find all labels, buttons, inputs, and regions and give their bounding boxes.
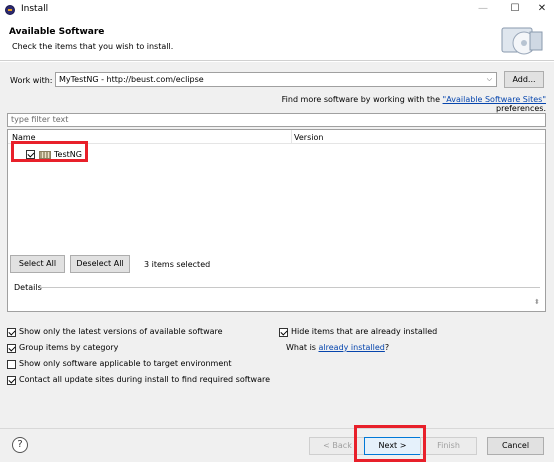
tree-header: Name Version bbox=[8, 130, 545, 144]
eclipse-icon bbox=[5, 5, 15, 15]
show-latest-checkbox[interactable] bbox=[7, 328, 16, 337]
work-with-label: Work with: bbox=[10, 76, 53, 85]
available-software-sites-link[interactable]: "Available Software Sites" bbox=[443, 95, 546, 104]
cancel-button[interactable]: Cancel bbox=[487, 437, 544, 455]
wizard-content: Work with: MyTestNG - http://beust.com/e… bbox=[0, 62, 554, 428]
help-icon[interactable]: ? bbox=[12, 437, 28, 453]
page-title: Available Software bbox=[9, 27, 105, 37]
find-more-text: Find more software by working with the "… bbox=[281, 95, 546, 113]
annotation-highlight-testng bbox=[11, 141, 88, 162]
finish-button[interactable]: Finish bbox=[420, 437, 477, 455]
details-scroll-icon[interactable]: ⬍ bbox=[534, 298, 540, 306]
deselect-all-button[interactable]: Deselect All bbox=[70, 255, 130, 273]
what-is-installed-text: What is already installed? bbox=[286, 343, 390, 352]
title-bar: Install — ☐ ✕ bbox=[0, 0, 554, 20]
maximize-button[interactable]: ☐ bbox=[500, 0, 530, 18]
contact-sites-checkbox[interactable] bbox=[7, 376, 16, 385]
work-with-value: MyTestNG - http://beust.com/eclipse bbox=[59, 75, 204, 84]
selection-status: 3 items selected bbox=[144, 260, 211, 269]
column-version[interactable]: Version bbox=[294, 133, 323, 142]
wizard-footer: ? < Back Next > Finish Cancel bbox=[0, 428, 554, 462]
window-title: Install bbox=[21, 4, 49, 14]
details-label: Details bbox=[14, 283, 42, 292]
filter-input[interactable]: type filter text bbox=[7, 113, 546, 127]
already-installed-link[interactable]: already installed bbox=[319, 343, 385, 352]
select-all-button[interactable]: Select All bbox=[10, 255, 65, 273]
hide-installed-checkbox[interactable] bbox=[279, 328, 288, 337]
wizard-header: Available Software Check the items that … bbox=[0, 20, 554, 61]
minimize-button[interactable]: — bbox=[468, 0, 498, 18]
work-with-combo[interactable]: MyTestNG - http://beust.com/eclipse ⌵ bbox=[55, 72, 497, 87]
show-applicable-checkbox[interactable] bbox=[7, 360, 16, 369]
install-wizard-icon bbox=[501, 27, 543, 55]
details-divider bbox=[40, 287, 540, 288]
add-site-button[interactable]: Add... bbox=[504, 71, 544, 88]
close-button[interactable]: ✕ bbox=[527, 0, 554, 18]
annotation-highlight-next bbox=[354, 425, 426, 462]
column-divider bbox=[291, 130, 292, 144]
page-subtitle: Check the items that you wish to install… bbox=[12, 42, 174, 51]
chevron-down-icon[interactable]: ⌵ bbox=[487, 75, 492, 84]
group-by-category-checkbox[interactable] bbox=[7, 344, 16, 353]
